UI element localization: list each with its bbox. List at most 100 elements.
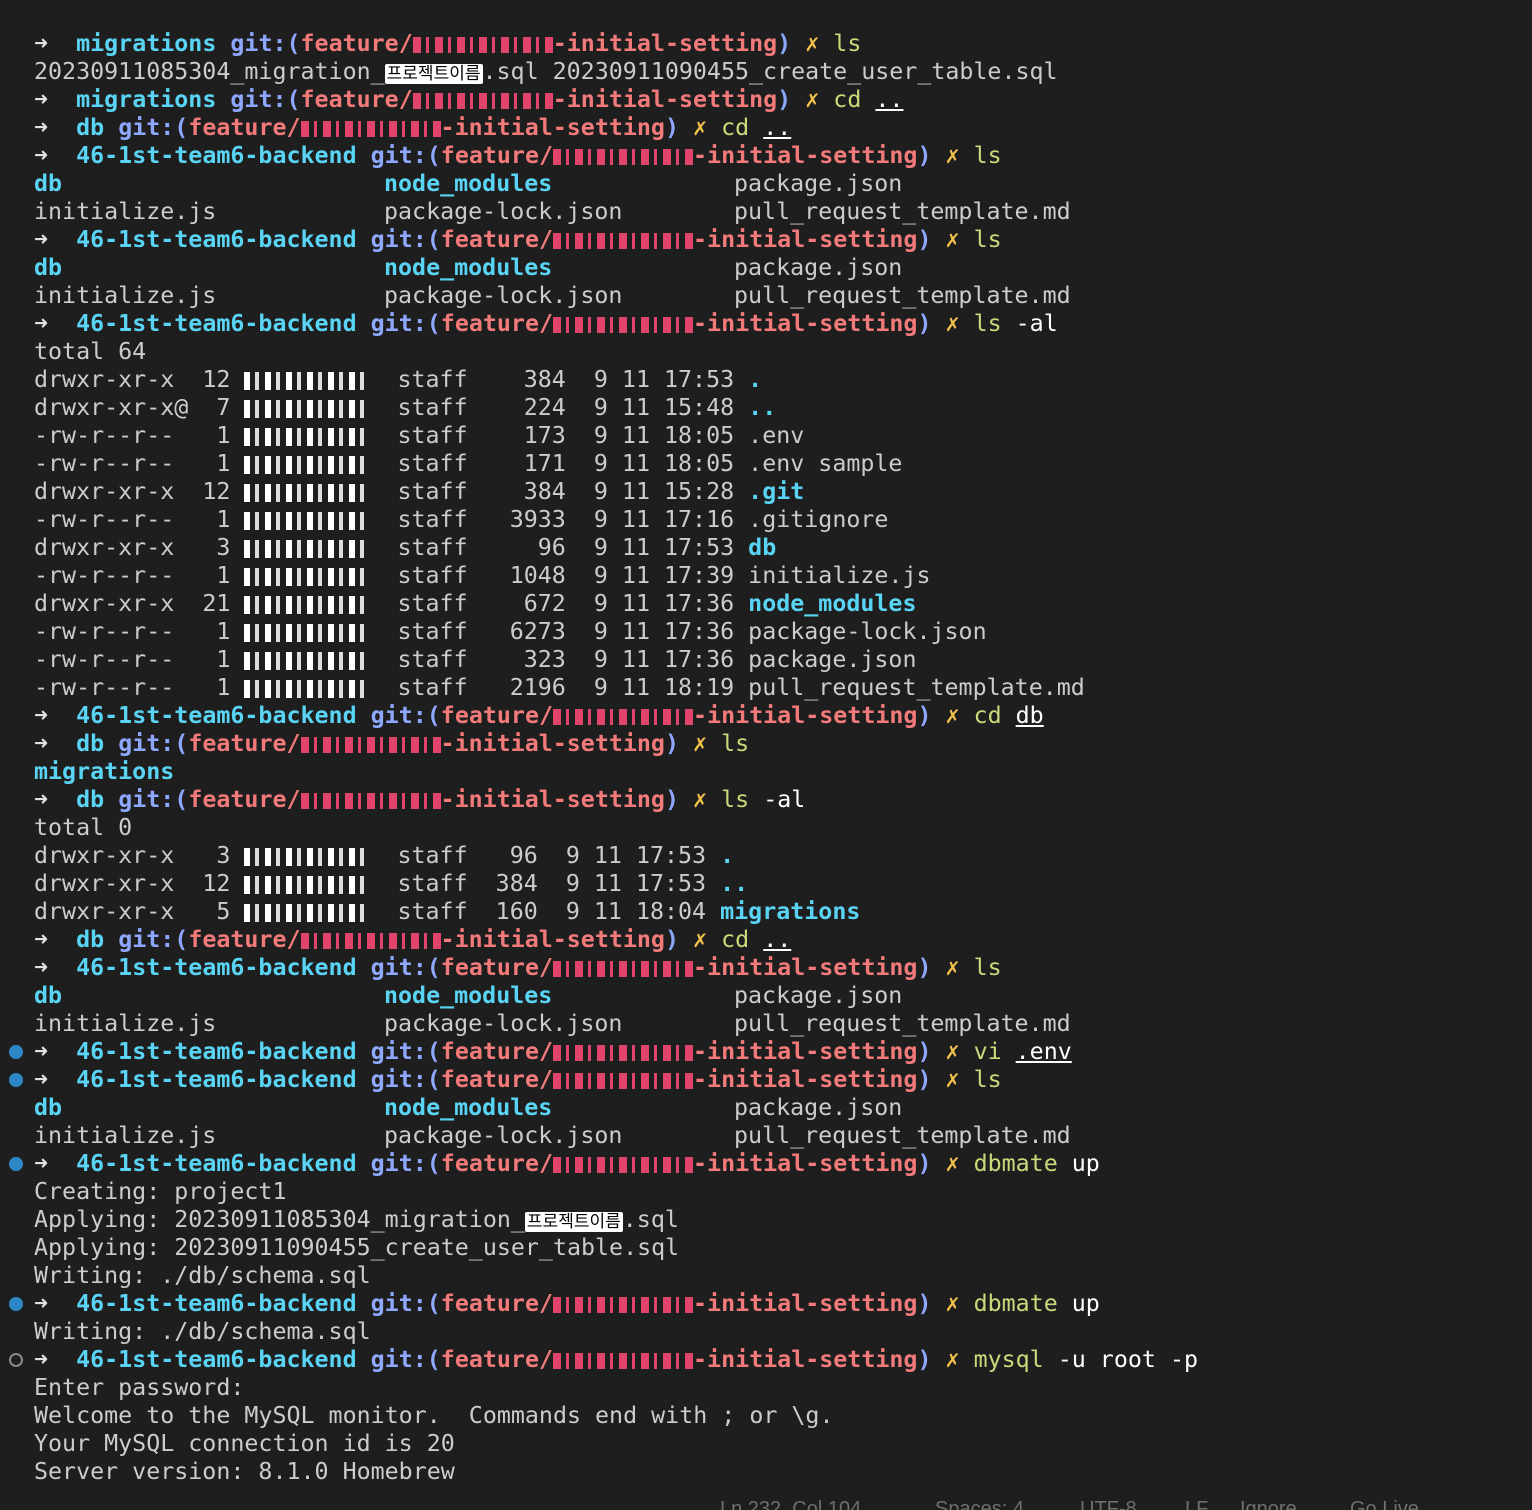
current-directory: 46-1st-team6-backend (76, 954, 357, 981)
current-directory: 46-1st-team6-backend (76, 1150, 357, 1177)
redacted-owner (244, 427, 370, 446)
git-label: git:( (370, 142, 441, 169)
output-line: Applying: 20230911090455_create_user_tab… (0, 1234, 1532, 1262)
prompt-line: ➜ 46-1st-team6-backend git:(feature/ -ini… (0, 1038, 1532, 1066)
permissions: drwxr-xr-x@ (34, 394, 189, 421)
redacted-owner (244, 595, 370, 614)
group-name: staff (397, 898, 468, 925)
dirty-marker: ✗ (693, 114, 708, 141)
command-argument[interactable]: .. (763, 926, 791, 953)
terminal-output[interactable]: ➜ migrations git:(feature/-initial-setti… (0, 30, 1532, 1486)
git-close: ) (917, 310, 932, 337)
permissions: drwxr-xr-x (34, 534, 189, 561)
output-line: initialize.js package-lock.json pull_reque… (0, 282, 1532, 310)
modified-date: 9 11 17:53 (565, 870, 707, 897)
command-argument: -al (1015, 310, 1058, 337)
output-text: .sql 20230911090455_create_user_table.sq… (482, 58, 1058, 85)
link-count: 12 (202, 478, 231, 505)
prompt-line: ➜ db git:(feature/ -initial-setting) ✗ cd… (0, 926, 1532, 954)
folder-entry: . (720, 842, 735, 869)
eol-setting[interactable]: LF (1185, 1498, 1208, 1510)
command-argument: up (1071, 1290, 1100, 1317)
git-label: git:( (230, 30, 301, 57)
git-close: ) (917, 142, 932, 169)
command-status-icon[interactable] (9, 1045, 23, 1059)
folder-entry: .. (748, 394, 777, 421)
redacted-owner (244, 623, 370, 642)
current-directory: 46-1st-team6-backend (76, 310, 357, 337)
prompt-arrow-icon: ➜ (34, 1038, 49, 1065)
command-name: cd (833, 86, 862, 113)
command-argument[interactable]: db (1016, 702, 1044, 729)
encoding-setting[interactable]: UTF-8 (1080, 1498, 1137, 1510)
output-text: total 0 (34, 814, 133, 841)
command-status-icon[interactable] (9, 1073, 23, 1087)
git-close: ) (664, 786, 679, 813)
command-status-icon[interactable] (9, 1297, 23, 1311)
output-line: -rw-r--r-- 1 staff 6273 9 11 17:36 packa… (0, 618, 1532, 646)
redacted-branch-name (553, 1296, 694, 1313)
dirty-marker: ✗ (945, 1038, 960, 1065)
current-directory: db (76, 926, 105, 953)
file-entry: .env sample (748, 450, 903, 477)
branch-suffix: -initial-setting (693, 1066, 918, 1093)
group-name: staff (397, 422, 468, 449)
dirty-marker: ✗ (945, 310, 960, 337)
korean-label: 프로젝트이름 (524, 1212, 623, 1232)
redacted-owner (244, 567, 370, 586)
prompt-arrow-icon: ➜ (34, 310, 49, 337)
indentation-setting[interactable]: Spaces: 4 (935, 1498, 1024, 1510)
output-line: -rw-r--r-- 1 staff 323 9 11 17:36 packag… (0, 646, 1532, 674)
output-line: drwxr-xr-x 21 staff 672 9 11 17:36 node_… (0, 590, 1532, 618)
file-entry: initialize.js (34, 1122, 217, 1149)
group-name: staff (397, 618, 468, 645)
prompt-line: ➜ 46-1st-team6-backend git:(feature/ -ini… (0, 1066, 1532, 1094)
modified-date: 9 11 18:19 (593, 674, 735, 701)
redacted-branch-name (553, 232, 694, 249)
folder-entry: db (34, 982, 63, 1009)
permissions: -rw-r--r-- (34, 422, 189, 449)
branch-prefix: feature/ (188, 926, 301, 953)
command-name: cd (721, 114, 750, 141)
permissions: drwxr-xr-x (34, 478, 189, 505)
command-name: cd (973, 702, 1002, 729)
dirty-marker: ✗ (945, 1290, 960, 1317)
current-directory: 46-1st-team6-backend (76, 226, 357, 253)
git-label: git:( (370, 310, 441, 337)
command-argument[interactable]: .env (1016, 1038, 1072, 1065)
output-text: Writing: ./db/schema.sql (34, 1262, 371, 1289)
output-line: Writing: ./db/schema.sql (0, 1318, 1532, 1346)
modified-date: 9 11 17:53 (593, 534, 735, 561)
group-name: staff (397, 842, 468, 869)
modified-date: 9 11 17:36 (593, 590, 735, 617)
file-size: 224 (481, 394, 566, 421)
go-live-button[interactable]: Go Live (1350, 1498, 1419, 1510)
group-name: staff (397, 562, 468, 589)
command-status-icon[interactable] (9, 1353, 23, 1367)
ignore-setting[interactable]: Ignore (1240, 1498, 1297, 1510)
redacted-branch-name (553, 1352, 694, 1369)
output-line: -rw-r--r-- 1 staff 171 9 11 18:05 .env s… (0, 450, 1532, 478)
redacted-owner (244, 903, 370, 922)
command-status-icon[interactable] (9, 1157, 23, 1171)
command-name: cd (721, 926, 750, 953)
command-name: ls (973, 142, 1002, 169)
branch-suffix: -initial-setting (693, 1150, 918, 1177)
cursor-position[interactable]: Ln 232, Col 104 (720, 1498, 861, 1510)
modified-date: 9 11 17:36 (593, 618, 735, 645)
output-line: total 64 (0, 338, 1532, 366)
folder-entry: db (748, 534, 777, 561)
redacted-branch-name (300, 120, 441, 137)
group-name: staff (397, 506, 468, 533)
output-text: Writing: ./db/schema.sql (34, 1318, 371, 1345)
output-line: db node_modules package.json (0, 254, 1532, 282)
modified-date: 9 11 17:53 (565, 842, 707, 869)
link-count: 12 (202, 870, 231, 897)
current-directory: db (76, 114, 105, 141)
git-label: git:( (370, 1150, 441, 1177)
redacted-owner (244, 539, 370, 558)
command-argument[interactable]: .. (875, 86, 903, 113)
output-text: Welcome to the MySQL monitor. Commands e… (34, 1402, 834, 1429)
group-name: staff (397, 646, 468, 673)
command-argument[interactable]: .. (763, 114, 791, 141)
